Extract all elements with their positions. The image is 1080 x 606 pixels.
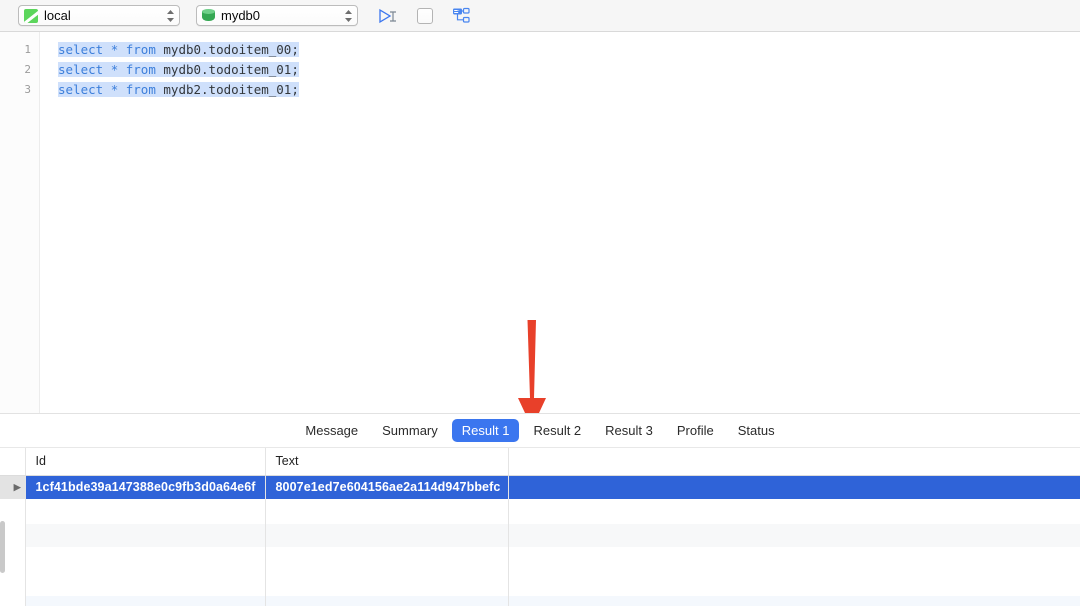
cell-empty: [508, 475, 1080, 499]
sql-editor[interactable]: 1 2 3 select * from mydb0.todoitem_00; s…: [0, 32, 1080, 413]
cell-text[interactable]: [265, 595, 509, 606]
cell-text[interactable]: [265, 571, 509, 595]
scrollbar-thumb[interactable]: [0, 521, 5, 573]
chevron-updown-icon: [166, 8, 175, 24]
tab-profile[interactable]: Profile: [667, 419, 724, 442]
chevron-updown-icon: [344, 8, 353, 24]
connection-label: local: [44, 8, 71, 23]
connection-icon: [24, 8, 38, 23]
table-row[interactable]: ▶ 1cf41bde39a147388e0c9fb3d0a64e6f 8007e…: [0, 475, 1080, 499]
execution-plan-button[interactable]: [446, 3, 476, 29]
cell-id[interactable]: [25, 547, 266, 571]
tab-result-2[interactable]: Result 2: [523, 419, 591, 442]
table-row[interactable]: [0, 499, 1080, 523]
column-header-empty: [508, 448, 1080, 476]
database-label: mydb0: [221, 8, 261, 23]
database-selector[interactable]: mydb0: [196, 5, 358, 26]
toolbar-checkbox[interactable]: [410, 3, 440, 29]
execution-plan-icon: [453, 7, 470, 23]
cell-empty: [508, 595, 1080, 606]
cell-empty: [508, 523, 1080, 547]
table-row[interactable]: [0, 523, 1080, 547]
sql-star: *: [110, 62, 119, 77]
sql-target: mydb2.todoitem_01;: [163, 82, 299, 97]
sql-keyword-from: from: [125, 42, 156, 57]
cell-id[interactable]: 1cf41bde39a147388e0c9fb3d0a64e6f: [25, 475, 266, 499]
code-line[interactable]: select * from mydb2.todoitem_01;: [58, 80, 1080, 100]
line-number: 1: [24, 43, 31, 56]
run-query-icon: [379, 8, 396, 23]
line-number-gutter: 1 2 3: [0, 32, 40, 413]
table-row[interactable]: [0, 547, 1080, 571]
sql-star: *: [110, 42, 119, 57]
tab-result-1[interactable]: Result 1: [451, 419, 520, 442]
table-row[interactable]: [0, 595, 1080, 606]
code-area[interactable]: select * from mydb0.todoitem_00; select …: [40, 32, 1080, 413]
toolbar: local mydb0: [0, 0, 1080, 32]
line-number: 3: [24, 83, 31, 96]
tab-status[interactable]: Status: [728, 419, 785, 442]
tab-message[interactable]: Message: [295, 419, 368, 442]
cell-empty: [508, 499, 1080, 523]
cell-text[interactable]: 8007e1ed7e604156ae2a114d947bbefc: [265, 475, 509, 499]
sql-star: *: [110, 82, 119, 97]
tab-summary[interactable]: Summary: [372, 419, 448, 442]
cell-text[interactable]: [265, 499, 509, 523]
database-icon: [202, 8, 215, 23]
cell-id[interactable]: [25, 571, 266, 595]
tab-result-3[interactable]: Result 3: [595, 419, 663, 442]
sql-keyword: select: [58, 62, 104, 77]
table-row[interactable]: [0, 571, 1080, 595]
column-header-text[interactable]: Text: [265, 448, 509, 476]
result-tab-bar: Message Summary Result 1 Result 2 Result…: [0, 413, 1080, 448]
code-line[interactable]: select * from mydb0.todoitem_00;: [58, 40, 1080, 60]
cell-id[interactable]: [25, 523, 266, 547]
sql-target: mydb0.todoitem_00;: [163, 42, 299, 57]
line-number: 2: [24, 63, 31, 76]
sql-target: mydb0.todoitem_01;: [163, 62, 299, 77]
result-grid: Id Text ▶ 1cf41bde39a147388e0c9fb3d0a64e…: [0, 448, 1080, 606]
code-line[interactable]: select * from mydb0.todoitem_01;: [58, 60, 1080, 80]
table-header-row: Id Text: [0, 448, 1080, 476]
result-table: Id Text ▶ 1cf41bde39a147388e0c9fb3d0a64e…: [0, 448, 1080, 606]
checkbox-icon: [417, 7, 433, 24]
sql-keyword-from: from: [125, 62, 156, 77]
sql-keyword: select: [58, 42, 104, 57]
run-query-button[interactable]: [374, 3, 404, 29]
sql-keyword-from: from: [125, 82, 156, 97]
sql-keyword: select: [58, 82, 104, 97]
cell-id[interactable]: [25, 595, 266, 606]
column-header-id[interactable]: Id: [25, 448, 266, 476]
cell-empty: [508, 571, 1080, 595]
cell-empty: [508, 547, 1080, 571]
connection-selector[interactable]: local: [18, 5, 180, 26]
cell-text[interactable]: [265, 523, 509, 547]
cell-id[interactable]: [25, 499, 266, 523]
grid-vertical-scrollbar[interactable]: [0, 448, 8, 606]
cell-text[interactable]: [265, 547, 509, 571]
